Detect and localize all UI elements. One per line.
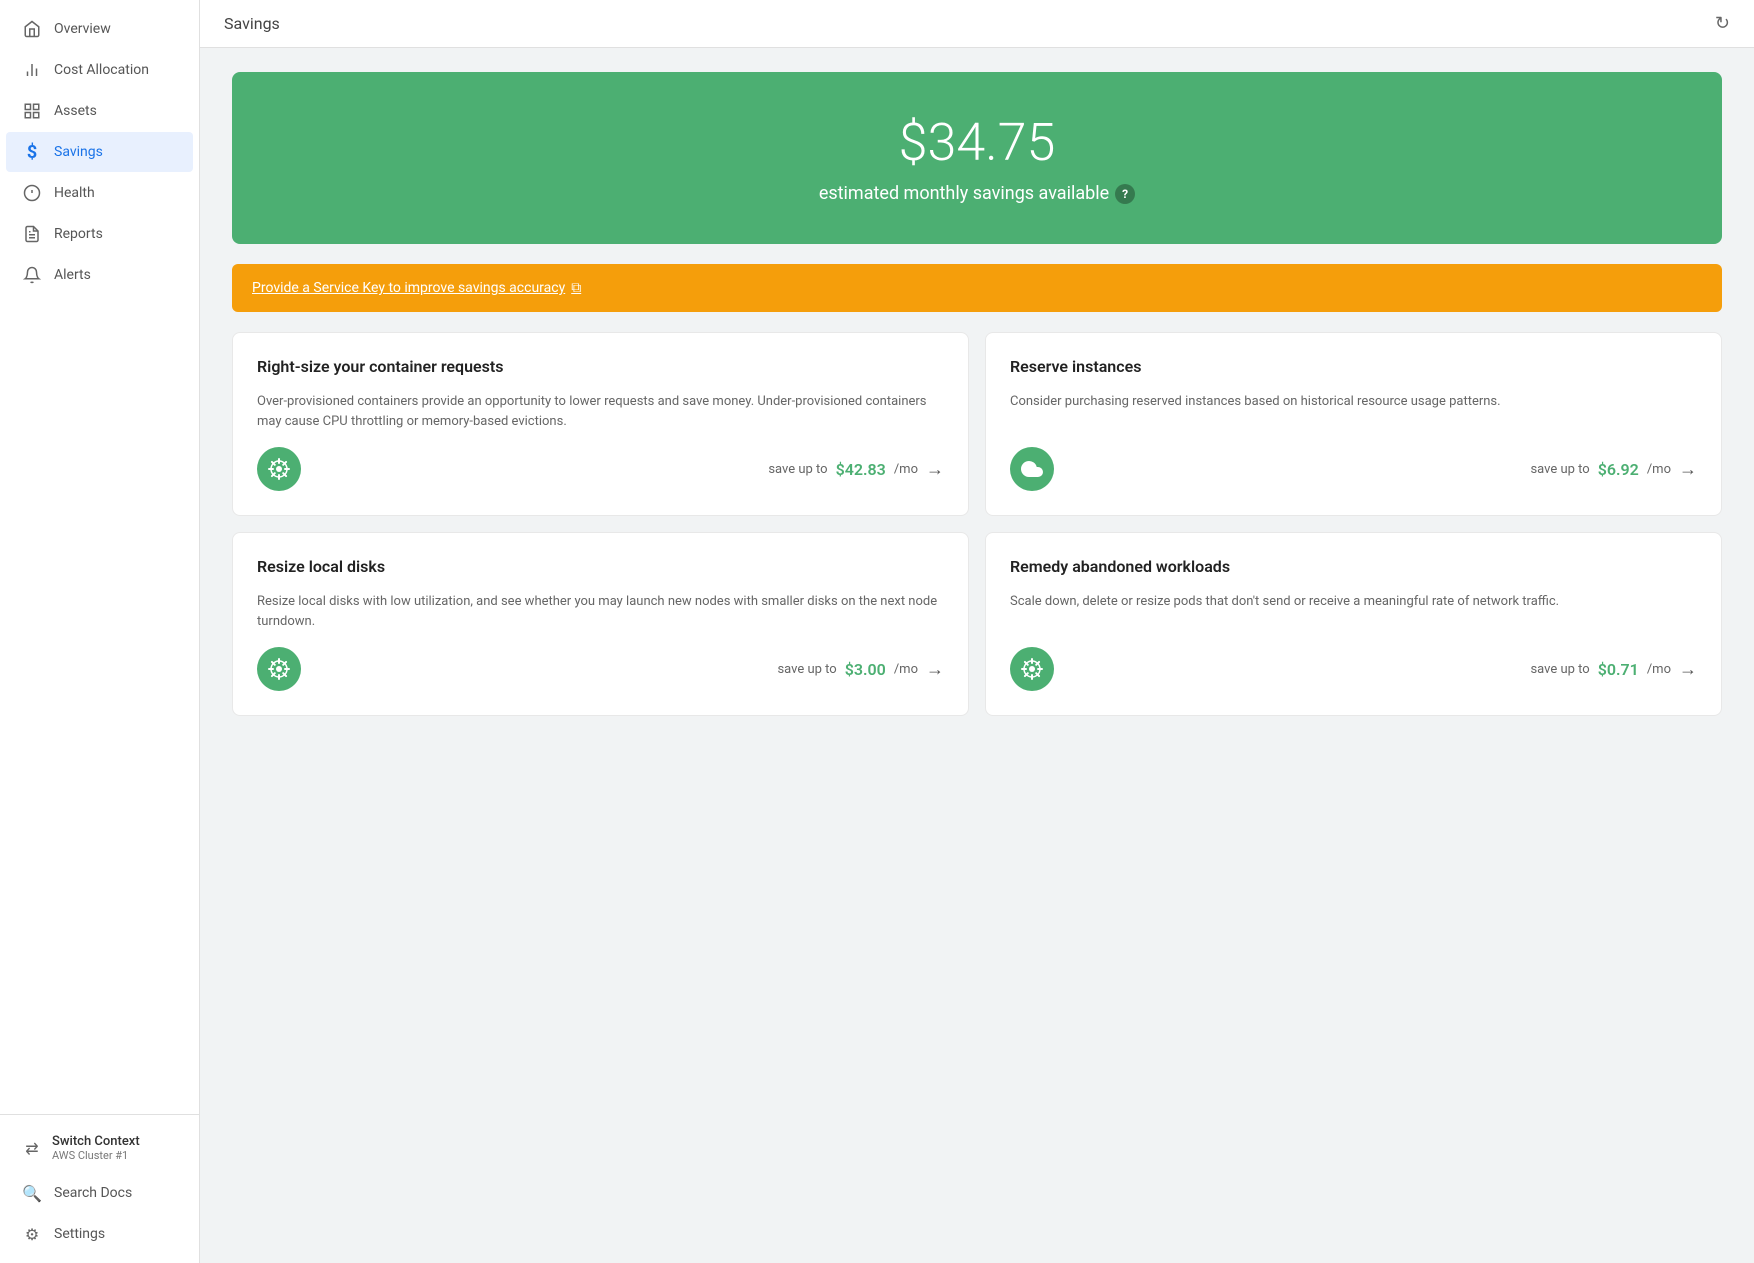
save-prefix-reserve-instances: save up to (1530, 462, 1589, 477)
external-link-icon: ⧉ (571, 280, 581, 296)
card-desc-reserve-instances: Consider purchasing reserved instances b… (1010, 392, 1697, 431)
card-desc-resize-disks: Resize local disks with low utilization,… (257, 592, 944, 631)
assets-icon (22, 101, 42, 121)
search-docs-icon: 🔍 (22, 1183, 42, 1203)
card-arrow-right-size[interactable]: → (926, 459, 944, 480)
warning-banner: Provide a Service Key to improve savings… (232, 264, 1722, 312)
savings-label: Savings (54, 144, 103, 160)
save-prefix-remedy-workloads: save up to (1530, 662, 1589, 677)
sidebar-item-overview[interactable]: Overview (6, 9, 193, 49)
save-amount-reserve-instances: $6.92 (1598, 460, 1639, 479)
alerts-icon (22, 265, 42, 285)
refresh-button[interactable]: ↻ (1715, 13, 1730, 34)
card-footer-reserve-instances: save up to $6.92/mo → (1010, 447, 1697, 491)
savings-card-right-size: Right-size your container requests Over-p… (232, 332, 969, 516)
savings-label-reserve-instances: save up to $6.92/mo (1530, 460, 1671, 479)
savings-subtitle-text: estimated monthly savings available (819, 183, 1109, 204)
sidebar-item-assets[interactable]: Assets (6, 91, 193, 131)
reports-label: Reports (54, 226, 103, 242)
search-docs-label: Search Docs (54, 1185, 132, 1201)
save-unit-remedy-workloads: /mo (1647, 662, 1671, 677)
save-prefix-right-size: save up to (768, 462, 827, 477)
save-unit-right-size: /mo (894, 462, 918, 477)
card-savings-resize-disks[interactable]: save up to $3.00/mo → (777, 659, 944, 680)
savings-info-icon[interactable]: ? (1115, 184, 1135, 204)
card-title-resize-disks: Resize local disks (257, 557, 944, 576)
savings-label-remedy-workloads: save up to $0.71/mo (1530, 660, 1671, 679)
savings-label-resize-disks: save up to $3.00/mo (777, 660, 918, 679)
card-desc-remedy-workloads: Scale down, delete or resize pods that d… (1010, 592, 1697, 631)
card-icon-reserve-instances (1010, 447, 1054, 491)
sidebar-item-health[interactable]: Health (6, 173, 193, 213)
overview-label: Overview (54, 21, 111, 37)
sidebar-item-savings[interactable]: $ Savings (6, 132, 193, 172)
sidebar-item-cost-allocation[interactable]: Cost Allocation (6, 50, 193, 90)
card-title-right-size: Right-size your container requests (257, 357, 944, 376)
switch-context-label: Switch Context (52, 1134, 140, 1149)
settings-icon: ⚙ (22, 1224, 42, 1244)
savings-card-reserve-instances: Reserve instances Consider purchasing res… (985, 332, 1722, 516)
sidebar-item-settings[interactable]: ⚙ Settings (6, 1214, 193, 1254)
save-amount-remedy-workloads: $0.71 (1598, 660, 1639, 679)
main-content: Savings ↻ $34.75 estimated monthly savin… (200, 0, 1754, 1263)
card-footer-remedy-workloads: save up to $0.71/mo → (1010, 647, 1697, 691)
header: Savings ↻ (200, 0, 1754, 48)
savings-label-right-size: save up to $42.83/mo (768, 460, 918, 479)
alerts-label: Alerts (54, 267, 91, 283)
switch-context-text: Switch Context AWS Cluster #1 (52, 1134, 140, 1162)
save-amount-right-size: $42.83 (836, 460, 886, 479)
card-savings-reserve-instances[interactable]: save up to $6.92/mo → (1530, 459, 1697, 480)
savings-card-remedy-workloads: Remedy abandoned workloads Scale down, de… (985, 532, 1722, 716)
health-label: Health (54, 185, 95, 201)
savings-hero-banner: $34.75 estimated monthly savings availab… (232, 72, 1722, 244)
card-footer-right-size: save up to $42.83/mo → (257, 447, 944, 491)
savings-icon: $ (22, 142, 42, 162)
card-arrow-resize-disks[interactable]: → (926, 659, 944, 680)
cost-allocation-label: Cost Allocation (54, 62, 149, 78)
card-icon-remedy-workloads (1010, 647, 1054, 691)
switch-context[interactable]: ⇄ Switch Context AWS Cluster #1 (6, 1124, 193, 1172)
save-amount-resize-disks: $3.00 (845, 660, 886, 679)
sidebar-item-alerts[interactable]: Alerts (6, 255, 193, 295)
service-key-link[interactable]: Provide a Service Key to improve savings… (252, 280, 581, 296)
overview-icon (22, 19, 42, 39)
sidebar: Overview Cost Allocation Assets $ Savings Hea… (0, 0, 200, 1263)
sidebar-item-search-docs[interactable]: 🔍 Search Docs (6, 1173, 193, 1213)
card-savings-right-size[interactable]: save up to $42.83/mo → (768, 459, 944, 480)
card-arrow-reserve-instances[interactable]: → (1679, 459, 1697, 480)
switch-context-icon: ⇄ (22, 1138, 42, 1158)
content-area: $34.75 estimated monthly savings availab… (200, 48, 1754, 1263)
reports-icon (22, 224, 42, 244)
card-desc-right-size: Over-provisioned containers provide an o… (257, 392, 944, 431)
card-title-remedy-workloads: Remedy abandoned workloads (1010, 557, 1697, 576)
health-icon (22, 183, 42, 203)
card-icon-right-size (257, 447, 301, 491)
warning-text: Provide a Service Key to improve savings… (252, 280, 565, 296)
save-prefix-resize-disks: save up to (777, 662, 836, 677)
card-title-reserve-instances: Reserve instances (1010, 357, 1697, 376)
savings-amount: $34.75 (256, 112, 1698, 173)
card-arrow-remedy-workloads[interactable]: → (1679, 659, 1697, 680)
page-title: Savings (224, 14, 280, 33)
cost-allocation-icon (22, 60, 42, 80)
savings-cards-grid: Right-size your container requests Over-p… (232, 332, 1722, 716)
save-unit-resize-disks: /mo (894, 662, 918, 677)
settings-label: Settings (54, 1226, 105, 1242)
sidebar-bottom: ⇄ Switch Context AWS Cluster #1 🔍 Search… (0, 1114, 199, 1255)
assets-label: Assets (54, 103, 97, 119)
card-icon-resize-disks (257, 647, 301, 691)
sidebar-item-reports[interactable]: Reports (6, 214, 193, 254)
savings-subtitle: estimated monthly savings available ? (256, 183, 1698, 204)
switch-context-sub: AWS Cluster #1 (52, 1149, 140, 1162)
card-footer-resize-disks: save up to $3.00/mo → (257, 647, 944, 691)
save-unit-reserve-instances: /mo (1647, 462, 1671, 477)
card-savings-remedy-workloads[interactable]: save up to $0.71/mo → (1530, 659, 1697, 680)
savings-card-resize-disks: Resize local disks Resize local disks wit… (232, 532, 969, 716)
